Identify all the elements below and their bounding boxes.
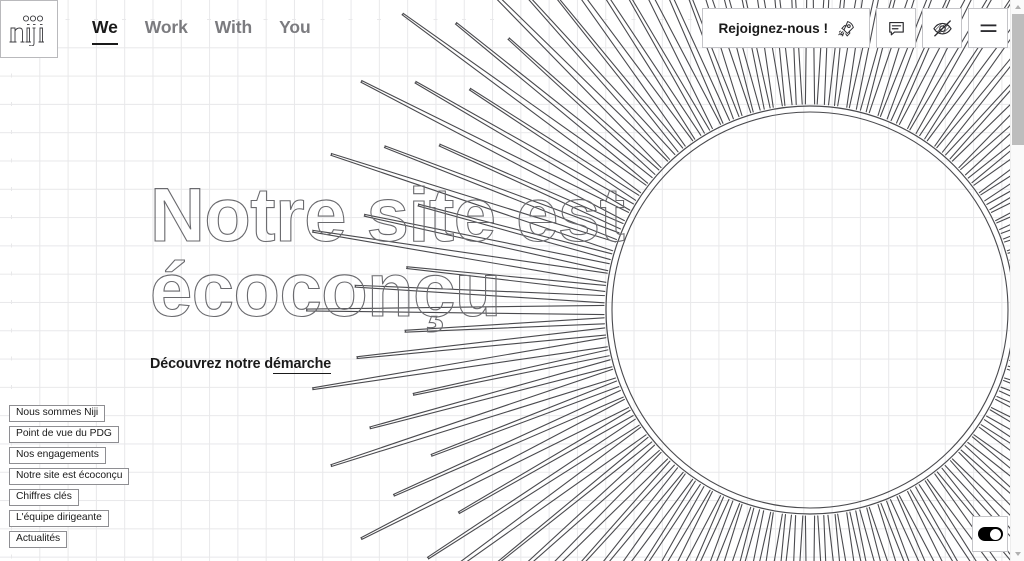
sunburst-ray	[827, 513, 841, 561]
chevron-up-icon	[1015, 5, 1021, 9]
hamburger-menu-icon	[980, 24, 996, 32]
sunburst-ray	[603, 467, 684, 561]
chip-nous-sommes-niji[interactable]: Nous sommes Niji	[9, 405, 106, 422]
nav-item-work[interactable]: Work	[145, 19, 188, 39]
sunburst-ray	[849, 510, 867, 561]
sunburst-ray	[581, 460, 675, 561]
sunburst-ray	[695, 496, 730, 561]
sunburst-ray	[426, 418, 640, 560]
chip-point-de-vue-du-pdg[interactable]: Point de vue du PDG	[9, 426, 119, 443]
sunburst-ray	[527, 444, 660, 561]
sunburst-ray	[622, 473, 694, 561]
sunburst-circle-outer	[605, 105, 1015, 515]
join-us-label: Rejoignez-nous !	[718, 20, 828, 36]
join-us-button[interactable]: Rejoignez-nous !	[702, 8, 870, 48]
sunburst-ray	[804, 515, 816, 561]
sunburst-ray	[330, 368, 617, 468]
sunburst-ray	[817, 515, 827, 561]
menu-button[interactable]	[968, 8, 1008, 48]
eco-mode-toggle[interactable]	[977, 527, 1003, 541]
scroll-up-button[interactable]	[1011, 0, 1024, 14]
chat-button[interactable]	[876, 8, 916, 48]
chevron-down-icon	[1015, 552, 1021, 556]
nav-item-with[interactable]: With	[215, 19, 252, 39]
sunburst-ray	[780, 514, 792, 561]
chip-notre-site-est-ecoconcu[interactable]: Notre site est écoconçu	[9, 468, 130, 485]
scroll-down-button[interactable]	[1011, 547, 1024, 561]
sunburst-ray	[430, 380, 620, 457]
eco-mode-toggle-button[interactable]	[972, 516, 1008, 552]
nav-item-we[interactable]: We	[92, 19, 118, 45]
sunburst-circle-inner	[611, 111, 1009, 509]
toggle-knob	[990, 528, 1001, 540]
sunburst-ray	[457, 409, 634, 515]
sunburst-ray	[880, 500, 910, 561]
page-root: We Work With You Rejoignez-nous ! Notre …	[0, 0, 1024, 561]
site-header: We Work With You Rejoignez-nous !	[0, 0, 1024, 58]
discover-approach-underlined: émarche	[273, 356, 332, 375]
main-nav: We Work With You	[92, 0, 311, 58]
sunburst-ray	[837, 512, 855, 561]
chip-equipe-dirigeante[interactable]: L'équipe dirigeante	[9, 510, 109, 527]
logo-niji[interactable]	[0, 0, 58, 58]
vertical-scrollbar[interactable]	[1010, 0, 1024, 561]
page-title: Notre site est écoconçu	[149, 173, 625, 334]
discover-approach-prefix: Découvrez notre d	[150, 356, 274, 373]
chip-actualites[interactable]: Actualités	[9, 531, 68, 548]
sunburst-ray	[709, 500, 741, 561]
sunburst-ray	[554, 451, 669, 561]
eye-off-icon	[932, 19, 952, 37]
hero-section: Notre site est écoconçu Découvrez notre …	[149, 173, 626, 375]
rocket-icon	[838, 20, 854, 36]
sunburst-ray	[765, 512, 783, 561]
chip-chiffres-cles[interactable]: Chiffres clés	[9, 489, 79, 506]
sunburst-ray	[677, 490, 722, 561]
chip-nos-engagements[interactable]: Nos engagements	[9, 447, 106, 464]
sunburst-ray	[793, 514, 804, 561]
discover-approach-link[interactable]: Découvrez notre démarche	[150, 356, 332, 375]
chat-icon	[888, 21, 904, 35]
hide-visual-button[interactable]	[922, 8, 962, 48]
sunburst-ray	[661, 486, 711, 561]
sunburst-ray	[739, 507, 761, 561]
sunburst-ray	[723, 503, 752, 561]
sunburst-ray	[868, 503, 897, 561]
sunburst-ray	[392, 389, 624, 497]
sunburst-ray	[497, 436, 653, 561]
sunburst-ray	[460, 426, 647, 561]
sunburst-ray	[859, 507, 881, 561]
header-actions: Rejoignez-nous !	[702, 0, 1024, 48]
nav-item-you[interactable]: You	[279, 19, 311, 39]
sunburst-ray	[507, 37, 660, 175]
niji-logo-icon	[9, 15, 44, 46]
section-anchor-list: Nous sommes Niji Point de vue du PDG Nos…	[9, 405, 130, 552]
scrollbar-thumb[interactable]	[1012, 14, 1024, 145]
sunburst-ray	[360, 398, 630, 541]
sunburst-ray	[643, 480, 701, 561]
sunburst-ray	[752, 510, 772, 561]
